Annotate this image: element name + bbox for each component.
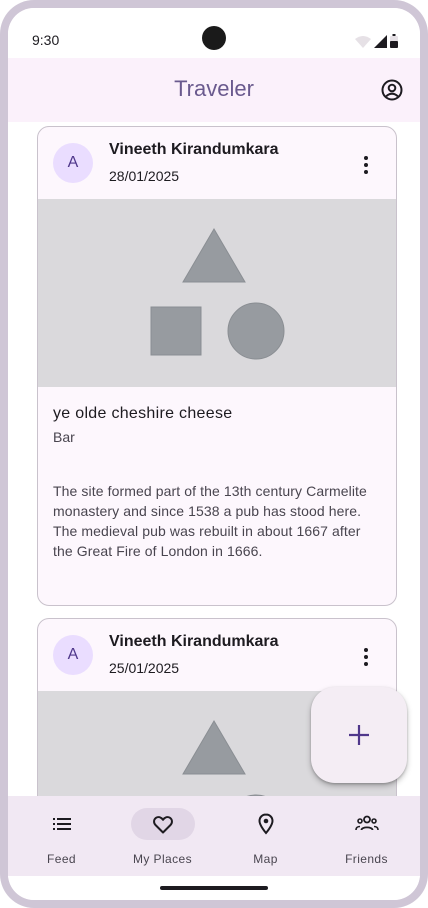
nav-label: Feed (47, 852, 76, 866)
nav-item-feed[interactable]: Feed (10, 796, 113, 876)
circle-shape (227, 302, 285, 360)
screen: 9:30 Traveler A Vineeth Kirandumkara 28/… (8, 8, 420, 900)
card-header: A Vineeth Kirandumkara 25/01/2025 (38, 619, 396, 691)
triangle-shape (182, 720, 246, 775)
author-name: Vineeth Kirandumkara (109, 141, 279, 158)
card-header: A Vineeth Kirandumkara 28/01/2025 (38, 127, 396, 199)
avatar: A (53, 635, 93, 675)
plus-icon (349, 725, 369, 745)
gesture-area (8, 876, 420, 900)
post-date: 28/01/2025 (109, 168, 180, 184)
battery-icon (390, 34, 398, 48)
list-icon (53, 818, 71, 830)
nav-item-my-places[interactable]: My Places (111, 796, 214, 876)
status-icons (355, 34, 398, 48)
more-vert-icon[interactable] (354, 645, 378, 669)
place-description: The site formed part of the 13th century… (53, 483, 367, 559)
account-circle-icon[interactable] (380, 78, 404, 102)
nav-item-friends[interactable]: Friends (315, 796, 418, 876)
bottom-navigation: Feed My Places Map Friends (8, 796, 420, 876)
wifi-icon (355, 36, 371, 48)
app-title: Traveler (174, 76, 254, 101)
home-gesture-bar[interactable] (160, 886, 268, 890)
device-frame: 9:30 Traveler A Vineeth Kirandumkara 28/… (0, 0, 428, 908)
cellular-signal-icon (374, 35, 387, 48)
nav-item-map[interactable]: Map (214, 796, 317, 876)
avatar: A (53, 143, 93, 183)
location-pin-icon (258, 813, 274, 835)
card-body: ye olde cheshire cheese Bar The site for… (38, 387, 396, 561)
nav-label: Map (253, 852, 278, 866)
image-placeholder (38, 199, 396, 387)
post-date: 25/01/2025 (109, 660, 180, 676)
group-icon (355, 815, 379, 831)
place-type: Bar (53, 429, 75, 445)
nav-label: Friends (345, 852, 388, 866)
add-place-fab[interactable] (311, 687, 407, 783)
square-shape (150, 306, 202, 356)
more-vert-icon[interactable] (354, 153, 378, 177)
status-bar: 9:30 (8, 8, 420, 58)
camera-cutout (202, 26, 226, 50)
top-app-bar: Traveler (8, 58, 420, 122)
status-time: 9:30 (32, 32, 60, 48)
place-card[interactable]: A Vineeth Kirandumkara 28/01/2025 ye old… (37, 126, 397, 606)
author-name: Vineeth Kirandumkara (109, 633, 279, 650)
place-title: ye olde cheshire cheese (53, 405, 233, 422)
heart-icon (153, 816, 173, 834)
nav-label: My Places (133, 852, 192, 866)
triangle-shape (182, 228, 246, 283)
